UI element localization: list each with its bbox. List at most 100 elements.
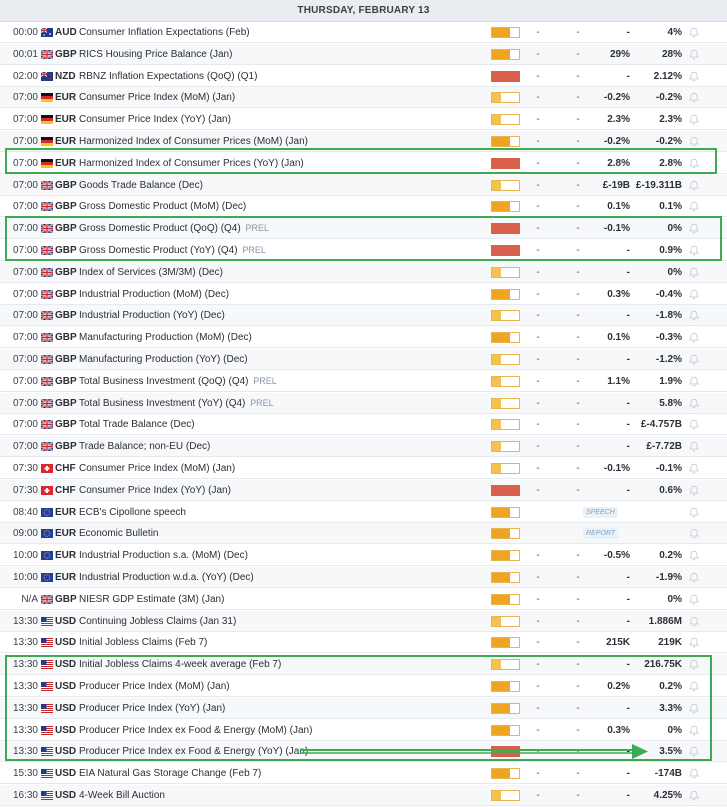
bell-icon[interactable] — [689, 114, 699, 125]
bell-icon[interactable] — [689, 768, 699, 779]
bell-icon[interactable] — [689, 289, 699, 300]
bell-icon[interactable] — [689, 703, 699, 714]
event-name[interactable]: Consumer Price Index (MoM) (Jan) — [79, 458, 479, 479]
table-row[interactable]: 07:00 GBP Total Business Investment (YoY) … — [0, 392, 727, 414]
table-row[interactable]: 07:00 EUR Harmonized Index of Consumer Pri… — [0, 131, 727, 152]
table-row[interactable]: 13:30 USD Producer Price Index (YoY) (Jan)… — [0, 697, 727, 719]
event-name[interactable]: RICS Housing Price Balance (Jan) — [79, 44, 479, 65]
event-name[interactable]: Initial Jobless Claims (Feb 7) — [79, 632, 479, 653]
bell-icon[interactable] — [689, 441, 699, 452]
bell-icon[interactable] — [689, 201, 699, 212]
table-row[interactable]: 07:00 EUR Harmonized Index of Consumer Pri… — [0, 153, 727, 174]
table-row[interactable]: 16:30 USD 4-Week Bill Auction - - - 4.25% — [0, 785, 727, 806]
table-row[interactable]: 07:00 GBP Total Trade Balance (Dec) - - - £-4.… — [0, 414, 727, 436]
event-name[interactable]: Manufacturing Production (YoY) (Dec) — [79, 349, 479, 370]
event-name[interactable]: Manufacturing Production (MoM) (Dec) — [79, 327, 479, 348]
table-row[interactable]: 07:00 EUR Consumer Price Index (YoY) (Jan)… — [0, 109, 727, 131]
event-name[interactable]: Producer Price Index (YoY) (Jan) — [79, 698, 479, 719]
bell-icon[interactable] — [689, 71, 699, 82]
bell-icon[interactable] — [689, 310, 699, 321]
bell-icon[interactable] — [689, 485, 699, 496]
table-row[interactable]: 13:30 USD Producer Price Index ex Food & E… — [0, 741, 727, 763]
bell-icon[interactable] — [689, 332, 699, 343]
table-row[interactable]: 00:00 AUD Consumer Inflation Expectations … — [0, 22, 727, 43]
event-name[interactable]: Gross Domestic Product (YoY) (Q4) PREL — [79, 240, 479, 261]
table-row[interactable]: 07:00 GBP Industrial Production (MoM) (Dec… — [0, 284, 727, 305]
bell-icon[interactable] — [689, 507, 699, 518]
table-row[interactable]: N/A GBP NIESR GDP Estimate (3M) (Jan) - - - 0% — [0, 589, 727, 610]
bell-icon[interactable] — [689, 267, 699, 278]
bell-icon[interactable] — [689, 92, 699, 103]
table-row[interactable]: 10:00 EUR Industrial Production w.d.a. (Yo… — [0, 567, 727, 588]
table-row[interactable]: 13:30 USD Producer Price Index (MoM) (Jan)… — [0, 676, 727, 697]
table-row[interactable]: 08:40 EUR ECB's Cipollone speech SPEECH — [0, 502, 727, 523]
bell-icon[interactable] — [689, 354, 699, 365]
event-name[interactable]: Gross Domestic Product (QoQ) (Q4) PREL — [79, 218, 479, 239]
event-name[interactable]: Industrial Production s.a. (MoM) (Dec) — [79, 545, 479, 566]
bell-icon[interactable] — [689, 376, 699, 387]
event-name[interactable]: Total Trade Balance (Dec) — [79, 414, 479, 435]
bell-icon[interactable] — [689, 136, 699, 147]
table-row[interactable]: 09:00 EUR Economic Bulletin REPORT — [0, 523, 727, 545]
bell-icon[interactable] — [689, 550, 699, 561]
bell-icon[interactable] — [689, 49, 699, 60]
bell-icon[interactable] — [689, 27, 699, 38]
event-name[interactable]: RBNZ Inflation Expectations (QoQ) (Q1) — [79, 66, 479, 87]
bell-icon[interactable] — [689, 637, 699, 648]
bell-icon[interactable] — [689, 746, 699, 757]
table-row[interactable]: 07:00 EUR Consumer Price Index (MoM) (Jan)… — [0, 87, 727, 109]
bell-icon[interactable] — [689, 659, 699, 670]
table-row[interactable]: 00:01 GBP RICS Housing Price Balance (Jan)… — [0, 43, 727, 65]
table-row[interactable]: 02:00 NZD RBNZ Inflation Expectations (QoQ… — [0, 66, 727, 87]
event-name[interactable]: EIA Natural Gas Storage Change (Feb 7) — [79, 763, 479, 784]
table-row[interactable]: 10:00 EUR Industrial Production s.a. (MoM)… — [0, 545, 727, 567]
table-row[interactable]: 07:30 CHF Consumer Price Index (MoM) (Jan)… — [0, 458, 727, 479]
event-name[interactable]: Goods Trade Balance (Dec) — [79, 175, 479, 196]
event-name[interactable]: Index of Services (3M/3M) (Dec) — [79, 262, 479, 283]
table-row[interactable]: 07:00 GBP Gross Domestic Product (QoQ) (Q4… — [0, 218, 727, 240]
event-name[interactable]: Initial Jobless Claims 4-week average (F… — [79, 654, 479, 675]
bell-icon[interactable] — [689, 681, 699, 692]
event-name[interactable]: Industrial Production w.d.a. (YoY) (Dec) — [79, 567, 479, 588]
event-name[interactable]: NIESR GDP Estimate (3M) (Jan) — [79, 589, 479, 610]
event-name[interactable]: Industrial Production (YoY) (Dec) — [79, 305, 479, 326]
bell-icon[interactable] — [689, 463, 699, 474]
bell-icon[interactable] — [689, 158, 699, 169]
bell-icon[interactable] — [689, 419, 699, 430]
event-name[interactable]: Gross Domestic Product (MoM) (Dec) — [79, 196, 479, 217]
event-name[interactable]: Continuing Jobless Claims (Jan 31) — [79, 611, 479, 632]
event-name[interactable]: Consumer Price Index (YoY) (Jan) — [79, 480, 479, 501]
table-row[interactable]: 07:30 CHF Consumer Price Index (YoY) (Jan)… — [0, 479, 727, 501]
event-name[interactable]: Total Business Investment (YoY) (Q4) PRE… — [79, 393, 479, 414]
bell-icon[interactable] — [689, 398, 699, 409]
event-name[interactable]: Producer Price Index ex Food & Energy (M… — [79, 720, 479, 741]
bell-icon[interactable] — [689, 572, 699, 583]
table-row[interactable]: 15:30 USD EIA Natural Gas Storage Change (… — [0, 763, 727, 785]
event-name[interactable]: Consumer Price Index (MoM) (Jan) — [79, 87, 479, 108]
table-row[interactable]: 07:00 GBP Total Business Investment (QoQ) … — [0, 371, 727, 392]
event-name[interactable]: Harmonized Index of Consumer Prices (MoM… — [79, 131, 479, 152]
table-row[interactable]: 13:30 USD Initial Jobless Claims (Feb 7) - -… — [0, 632, 727, 654]
table-row[interactable]: 07:00 GBP Gross Domestic Product (YoY) (Q4… — [0, 240, 727, 261]
table-row[interactable]: 07:00 GBP Trade Balance; non-EU (Dec) - - - £-… — [0, 436, 727, 458]
table-row[interactable]: 13:30 USD Producer Price Index ex Food & E… — [0, 720, 727, 741]
table-row[interactable]: 07:00 GBP Gross Domestic Product (MoM) (De… — [0, 196, 727, 218]
table-row[interactable]: 13:30 USD Initial Jobless Claims 4-week av… — [0, 654, 727, 676]
table-row[interactable]: 07:00 GBP Manufacturing Production (YoY) (… — [0, 349, 727, 370]
event-name[interactable]: Total Business Investment (QoQ) (Q4) PRE… — [79, 371, 479, 392]
table-row[interactable]: 07:00 GBP Index of Services (3M/3M) (Dec) -… — [0, 261, 727, 283]
event-name[interactable]: Consumer Price Index (YoY) (Jan) — [79, 109, 479, 130]
event-name[interactable]: Trade Balance; non-EU (Dec) — [79, 436, 479, 457]
event-name[interactable]: Consumer Inflation Expectations (Feb) — [79, 22, 479, 43]
bell-icon[interactable] — [689, 245, 699, 256]
bell-icon[interactable] — [689, 616, 699, 627]
table-row[interactable]: 07:00 GBP Industrial Production (YoY) (Dec… — [0, 305, 727, 327]
event-name[interactable]: 4-Week Bill Auction — [79, 785, 479, 806]
bell-icon[interactable] — [689, 180, 699, 191]
event-name[interactable]: ECB's Cipollone speech — [79, 502, 479, 523]
bell-icon[interactable] — [689, 223, 699, 234]
bell-icon[interactable] — [689, 528, 699, 539]
event-name[interactable]: Industrial Production (MoM) (Dec) — [79, 284, 479, 305]
event-name[interactable]: Producer Price Index (MoM) (Jan) — [79, 676, 479, 697]
event-name[interactable]: Harmonized Index of Consumer Prices (YoY… — [79, 153, 479, 174]
